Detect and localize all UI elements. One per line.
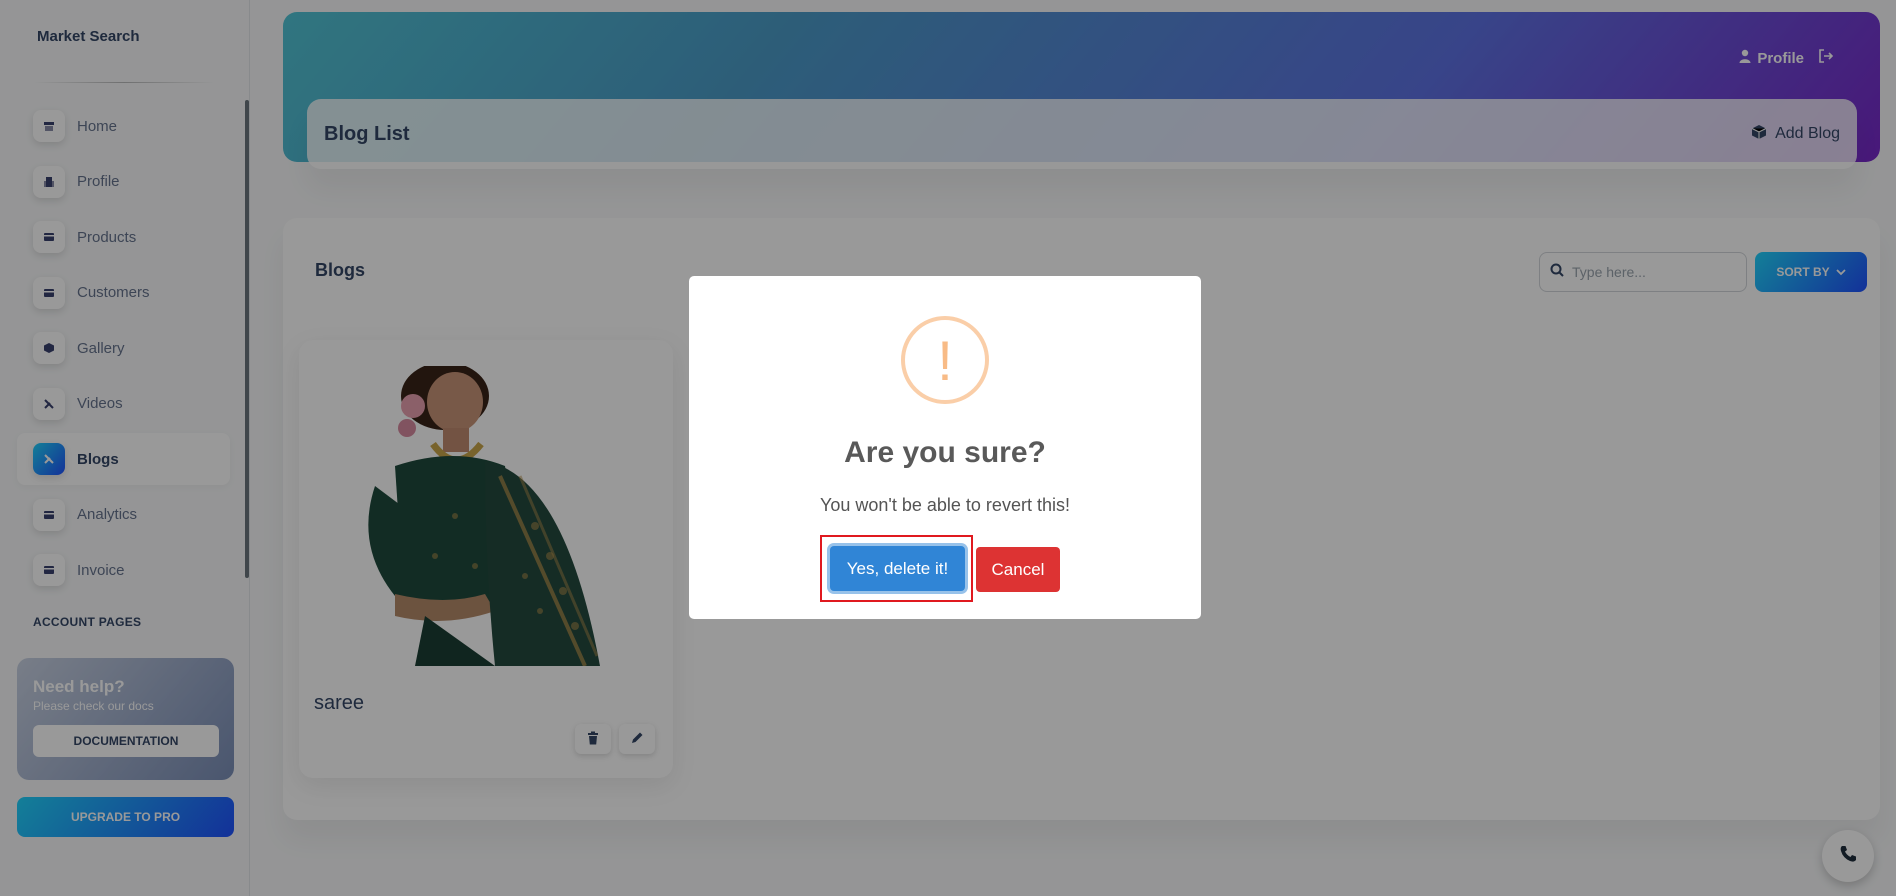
dialog-title: Are you sure? (844, 436, 1046, 469)
dialog-message: You won't be able to revert this! (820, 495, 1070, 515)
cancel-button[interactable]: Cancel (976, 547, 1060, 592)
confirm-delete-button[interactable]: Yes, delete it! (830, 546, 965, 591)
modal-overlay[interactable]: ! Are you sure? You won't be able to rev… (0, 0, 1896, 896)
confirm-highlight: Yes, delete it! (820, 535, 973, 602)
confirm-dialog: ! Are you sure? You won't be able to rev… (689, 276, 1201, 619)
warning-icon: ! (901, 316, 989, 404)
warning-glyph: ! (937, 328, 953, 392)
